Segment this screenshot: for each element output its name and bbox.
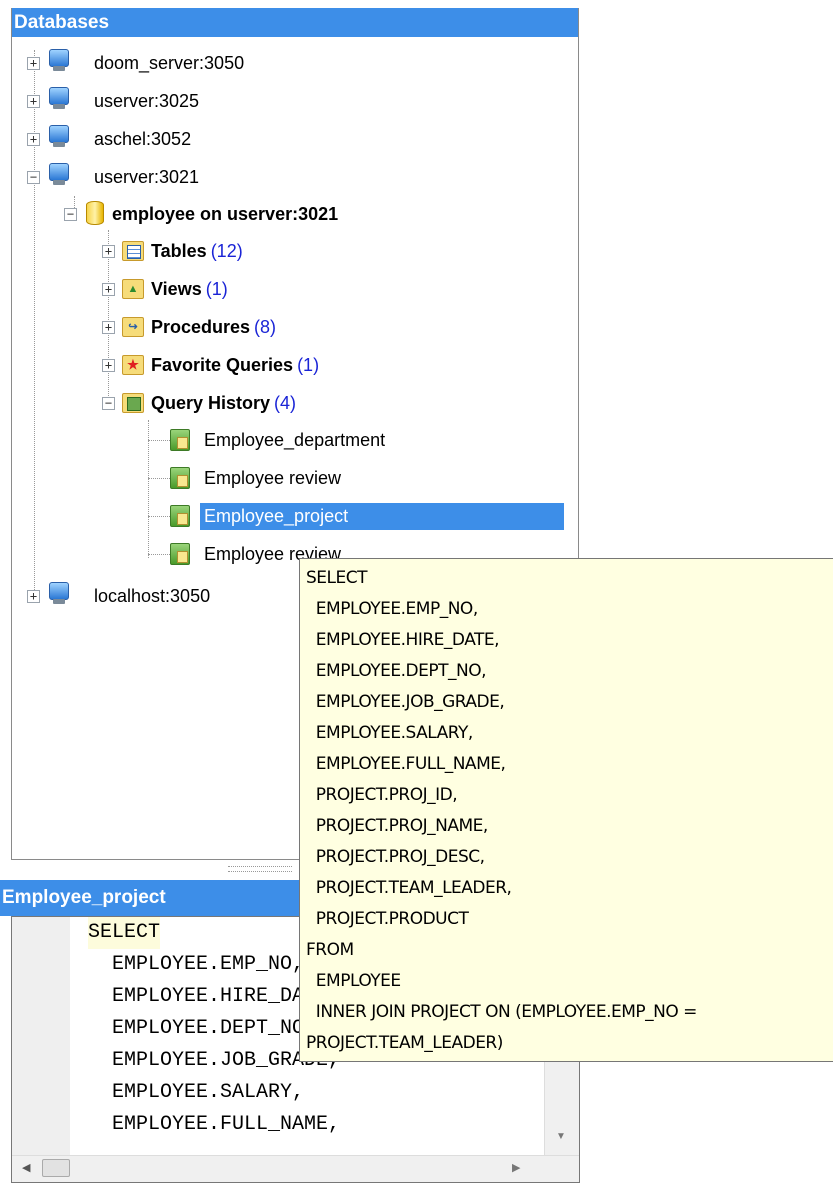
tooltip-line: PROJECT.PROJ_ID,	[306, 785, 458, 805]
tooltip-line: SELECT	[306, 568, 368, 588]
history-item-label: Employee review	[204, 467, 342, 488]
tooltip-line: INNER JOIN PROJECT ON (EMPLOYEE.EMP_NO =	[306, 1002, 698, 1022]
group-label: Query History	[151, 392, 271, 413]
group-count: (8)	[254, 316, 277, 337]
server-label: localhost:3050	[94, 585, 211, 606]
tooltip-line: EMPLOYEE.JOB_GRADE,	[306, 692, 505, 712]
scroll-right-icon[interactable]: ▶	[512, 1161, 520, 1174]
server-monitor-icon	[47, 582, 71, 608]
group-count: (12)	[210, 240, 243, 261]
group-label: Favorite Queries	[151, 354, 294, 375]
server-label: aschel:3052	[94, 128, 192, 149]
history-notebook-icon	[122, 393, 144, 413]
table-grid-icon	[122, 241, 144, 261]
tooltip-line: FROM	[306, 940, 354, 960]
tree-item-procedures[interactable]: Procedures (8)	[147, 310, 280, 344]
code-line: SELECT	[88, 917, 161, 949]
procedure-icon: ↪	[122, 317, 144, 337]
group-label: Tables	[151, 240, 207, 261]
query-tooltip: SELECT EMPLOYEE.EMP_NO, EMPLOYEE.HIRE_DA…	[299, 558, 833, 1062]
tooltip-line: EMPLOYEE.FULL_NAME,	[306, 754, 506, 774]
horizontal-scrollbar[interactable]: ◀ ▶	[12, 1155, 579, 1182]
tree-line	[148, 554, 170, 555]
history-item-selected[interactable]: Employee_project	[200, 499, 564, 533]
code-line: EMPLOYEE.EMP_NO,	[88, 953, 305, 976]
code-line: EMPLOYEE.DEPT_NO,	[88, 1017, 317, 1040]
tree-item-server[interactable]: userver:3025	[90, 84, 203, 118]
view-tree-icon: ▲	[122, 279, 144, 299]
tooltip-line: EMPLOYEE.SALARY,	[306, 723, 473, 743]
tree-line	[148, 516, 170, 517]
tooltip-line: PROJECT.PROJ_NAME,	[306, 816, 488, 836]
history-item[interactable]: Employee_department	[200, 423, 389, 457]
query-icon	[170, 543, 190, 565]
history-item[interactable]: Employee review	[200, 461, 345, 495]
expand-button[interactable]: +	[102, 283, 115, 296]
history-item-label: Employee_department	[204, 429, 386, 450]
expand-button[interactable]: +	[27, 95, 40, 108]
tooltip-line: EMPLOYEE.DEPT_NO,	[306, 661, 487, 681]
tree-item-views[interactable]: Views (1)	[147, 272, 232, 306]
group-label: Procedures	[151, 316, 251, 337]
server-label: userver:3025	[94, 90, 200, 111]
group-count: (4)	[274, 392, 297, 413]
tooltip-line: EMPLOYEE.HIRE_DATE,	[306, 630, 500, 650]
expand-button[interactable]: +	[102, 321, 115, 334]
editor-gutter	[12, 917, 70, 1182]
tooltip-line: EMPLOYEE	[306, 971, 401, 991]
collapse-button[interactable]: −	[102, 397, 115, 410]
server-monitor-icon	[47, 87, 71, 113]
server-label: userver:3021	[94, 166, 200, 187]
tree-item-server[interactable]: userver:3021	[90, 160, 203, 194]
tooltip-line: PROJECT.PROJ_DESC,	[306, 847, 485, 867]
tooltip-line: PROJECT.PRODUCT	[306, 909, 469, 929]
database-cylinder-icon	[86, 201, 104, 225]
code-line: EMPLOYEE.SALARY,	[88, 1081, 305, 1104]
tooltip-line: PROJECT.TEAM_LEADER,	[306, 878, 512, 898]
database-label: employee on userver:3021	[112, 203, 339, 224]
group-label: Views	[151, 278, 202, 299]
tooltip-line: EMPLOYEE.EMP_NO,	[306, 599, 478, 619]
scroll-thumb[interactable]	[42, 1159, 70, 1177]
collapse-button[interactable]: −	[64, 208, 77, 221]
tree-item-tables[interactable]: Tables (12)	[147, 234, 247, 268]
panel-splitter[interactable]	[228, 866, 292, 872]
group-count: (1)	[297, 354, 320, 375]
tree-line	[34, 50, 35, 590]
expand-button[interactable]: +	[27, 590, 40, 603]
history-item-label: Employee_project	[200, 502, 564, 530]
tree-item-query-history[interactable]: Query History (4)	[147, 386, 300, 420]
tree-item-server[interactable]: aschel:3052	[90, 122, 195, 156]
server-monitor-icon	[47, 125, 71, 151]
tree-item-favorite-queries[interactable]: Favorite Queries (1)	[147, 348, 323, 382]
tree-line	[148, 478, 170, 479]
expand-button[interactable]: +	[102, 245, 115, 258]
star-icon: ★	[122, 355, 144, 375]
tree-line	[148, 440, 170, 441]
server-label: doom_server:3050	[94, 52, 245, 73]
server-monitor-icon	[47, 163, 71, 189]
query-icon	[170, 467, 190, 489]
tree-item-server[interactable]: doom_server:3050	[90, 46, 248, 80]
collapse-button[interactable]: −	[27, 171, 40, 184]
tree-item-server[interactable]: localhost:3050	[90, 579, 214, 613]
tooltip-line: PROJECT.TEAM_LEADER)	[306, 1033, 503, 1053]
expand-button[interactable]: +	[27, 57, 40, 70]
group-count: (1)	[205, 278, 228, 299]
scroll-left-icon[interactable]: ◀	[22, 1161, 30, 1174]
scroll-down-icon[interactable]: ▼	[556, 1131, 566, 1142]
query-icon	[170, 505, 190, 527]
expand-button[interactable]: +	[27, 133, 40, 146]
expand-button[interactable]: +	[102, 359, 115, 372]
code-line: EMPLOYEE.FULL_NAME,	[88, 1113, 341, 1136]
server-monitor-icon	[47, 49, 71, 75]
query-icon	[170, 429, 190, 451]
tree-item-database[interactable]: employee on userver:3021	[108, 197, 342, 231]
